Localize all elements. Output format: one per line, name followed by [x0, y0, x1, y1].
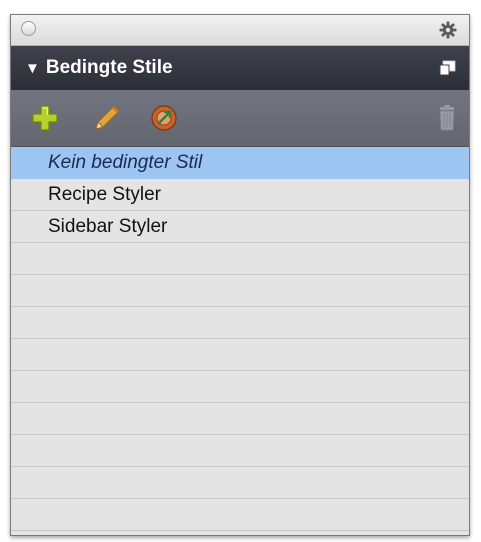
plus-icon[interactable] [29, 102, 61, 134]
conditional-styles-list: Kein bedingter Stil Recipe Styler Sideba… [11, 147, 469, 535]
disclosure-triangle-icon[interactable]: ▼ [25, 60, 40, 77]
list-item[interactable]: Recipe Styler [11, 179, 469, 211]
gear-icon[interactable] [438, 20, 458, 40]
list-item[interactable]: Sidebar Styler [11, 211, 469, 243]
list-item[interactable]: Kein bedingter Stil [11, 147, 469, 179]
pencil-icon[interactable] [91, 102, 123, 134]
close-button[interactable] [21, 21, 36, 36]
panel-tab-header[interactable]: ▼ Bedingte Stile [11, 46, 469, 90]
trash-icon[interactable] [431, 102, 463, 134]
conditional-styles-panel: ▼ Bedingte Stile Kein bedingter Stil Rec… [10, 14, 470, 536]
panel-title: Bedingte Stile [45, 57, 173, 78]
panel-toolbar [11, 90, 469, 147]
apply-style-icon[interactable] [148, 102, 180, 134]
panel-titlebar [11, 15, 469, 46]
panel-menu-icon[interactable] [439, 60, 457, 76]
